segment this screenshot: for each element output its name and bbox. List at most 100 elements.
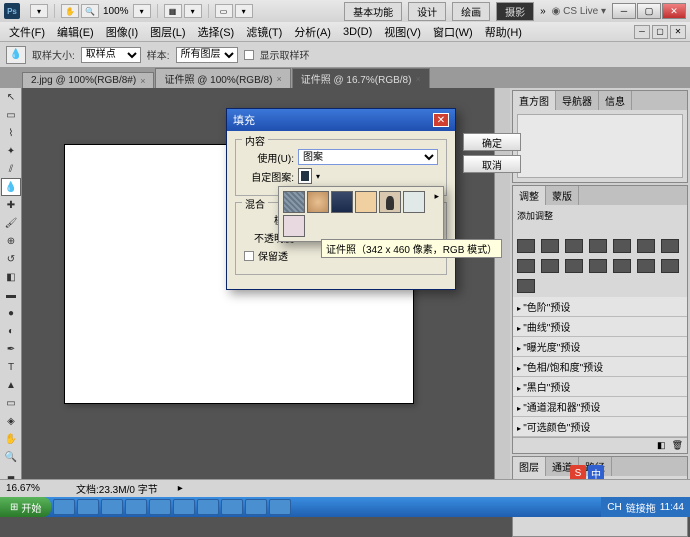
crop-tool[interactable]: ⫽ [1, 160, 21, 178]
wand-tool[interactable]: ✦ [1, 142, 21, 160]
doc-minimize-button[interactable]: ─ [634, 25, 650, 39]
workspace-painting[interactable]: 绘画 [452, 2, 490, 21]
mbtn-extras[interactable]: ▾ [184, 4, 202, 18]
adj-clip-icon[interactable]: ◧ [657, 440, 666, 451]
pattern-thumb-1[interactable] [307, 191, 329, 213]
taskbar-item[interactable] [221, 499, 243, 515]
use-select[interactable]: 图案 [298, 149, 438, 165]
panel-tab-info[interactable]: 信息 [599, 91, 632, 110]
blur-tool[interactable]: ● [1, 304, 21, 322]
menu-select[interactable]: 选择(S) [193, 23, 240, 41]
workspace-design[interactable]: 设计 [408, 2, 446, 21]
menu-filter[interactable]: 滤镜(T) [241, 23, 287, 41]
taskbar-item[interactable] [101, 499, 123, 515]
taskbar-item[interactable] [197, 499, 219, 515]
adj-invert-icon[interactable] [589, 259, 607, 273]
panel-tab-adjustments[interactable]: 调整 [513, 186, 546, 205]
preserve-checkbox[interactable] [244, 251, 254, 261]
taskbar-item[interactable] [53, 499, 75, 515]
pattern-thumb-0[interactable] [283, 191, 305, 213]
pattern-thumb-5[interactable] [403, 191, 425, 213]
doc-tab-1[interactable]: 证件照 @ 100%(RGB/8)× [155, 68, 290, 88]
adj-photo-filter-icon[interactable] [541, 259, 559, 273]
taskbar-item[interactable] [149, 499, 171, 515]
status-flyout-icon[interactable]: ▸ [178, 483, 183, 494]
menu-image[interactable]: 图像(I) [101, 23, 143, 41]
menu-help[interactable]: 帮助(H) [480, 23, 527, 41]
adj-curves-icon[interactable] [565, 239, 583, 253]
taskbar-item[interactable] [77, 499, 99, 515]
pattern-thumb-3[interactable] [355, 191, 377, 213]
path-select-tool[interactable]: ▲ [1, 376, 21, 394]
preset-hue[interactable]: "色相/饱和度"预设 [513, 357, 687, 377]
pattern-thumb-4[interactable] [379, 191, 401, 213]
panel-tab-navigator[interactable]: 导航器 [556, 91, 599, 110]
adj-threshold-icon[interactable] [637, 259, 655, 273]
show-ring-checkbox[interactable] [244, 50, 254, 60]
doc-restore-button[interactable]: ▢ [652, 25, 668, 39]
sample-size-select[interactable]: 取样点 [81, 47, 141, 63]
eyedropper-tool[interactable]: 💧 [1, 178, 21, 196]
stamp-tool[interactable]: ⊕ [1, 232, 21, 250]
pattern-thumb-6[interactable] [283, 215, 305, 237]
adj-mixer-icon[interactable] [565, 259, 583, 273]
menu-layer[interactable]: 图层(L) [145, 23, 190, 41]
preset-curves[interactable]: "曲线"预设 [513, 317, 687, 337]
taskbar-item[interactable] [173, 499, 195, 515]
taskbar-item[interactable] [269, 499, 291, 515]
doc-tab-0[interactable]: 2.jpg @ 100%(RGB/8#)× [22, 72, 154, 88]
pattern-swatch-button[interactable] [298, 168, 312, 184]
window-close-button[interactable]: ✕ [662, 3, 686, 19]
pattern-flyout-icon[interactable]: ▸ [434, 191, 439, 202]
shape-tool[interactable]: ▭ [1, 394, 21, 412]
window-maximize-button[interactable]: ▢ [637, 3, 661, 19]
panel-tab-layers[interactable]: 图层 [513, 457, 546, 476]
start-button[interactable]: ⊞ 开始 [0, 497, 51, 517]
adj-hue-icon[interactable] [637, 239, 655, 253]
3d-tool[interactable]: ◈ [1, 412, 21, 430]
heal-tool[interactable]: ✚ [1, 196, 21, 214]
adj-posterize-icon[interactable] [613, 259, 631, 273]
taskbar-item[interactable] [125, 499, 147, 515]
tool-preset-icon[interactable]: 💧 [6, 46, 26, 64]
adj-gradient-map-icon[interactable] [661, 259, 679, 273]
dodge-tool[interactable]: ◐ [1, 322, 21, 340]
preset-bw[interactable]: "黑白"预设 [513, 377, 687, 397]
panel-tab-histogram[interactable]: 直方图 [513, 91, 556, 110]
mbtn-hand[interactable]: ✋ [61, 4, 79, 18]
zoom-tool[interactable]: 🔍 [1, 448, 21, 466]
adj-balance-icon[interactable] [661, 239, 679, 253]
adj-exposure-icon[interactable] [589, 239, 607, 253]
menu-view[interactable]: 视图(V) [379, 23, 426, 41]
menu-file[interactable]: 文件(F) [4, 23, 50, 41]
preset-levels[interactable]: "色阶"预设 [513, 297, 687, 317]
close-icon[interactable]: × [276, 74, 281, 84]
brush-tool[interactable]: 🖌 [1, 214, 21, 232]
mbtn-menu[interactable]: ▾ [30, 4, 48, 18]
adj-levels-icon[interactable] [541, 239, 559, 253]
workspace-photography[interactable]: 摄影 [496, 2, 534, 21]
cancel-button[interactable]: 取消 [463, 155, 521, 173]
adj-bw-icon[interactable] [517, 259, 535, 273]
move-tool[interactable]: ↖ [1, 88, 21, 106]
chevron-down-icon[interactable]: ▾ [316, 172, 320, 181]
sample-layers-select[interactable]: 所有图层 [176, 47, 238, 63]
tray-lang[interactable]: CH [607, 502, 621, 513]
ok-button[interactable]: 确定 [463, 133, 521, 151]
mbtn-zoom[interactable]: 🔍 [81, 4, 99, 18]
taskbar-item[interactable] [245, 499, 267, 515]
panel-tab-masks[interactable]: 蒙版 [546, 186, 579, 205]
close-icon[interactable]: × [140, 76, 145, 86]
adj-trash-icon[interactable]: 🗑 [672, 440, 683, 451]
pattern-thumb-2[interactable] [331, 191, 353, 213]
doc-tab-2[interactable]: 证件照 @ 16.7%(RGB/8)× [292, 68, 430, 88]
menu-3d[interactable]: 3D(D) [338, 25, 377, 39]
preset-exposure[interactable]: "曝光度"预设 [513, 337, 687, 357]
gradient-tool[interactable]: ▬ [1, 286, 21, 304]
workspace-essentials[interactable]: 基本功能 [344, 2, 402, 21]
marquee-tool[interactable]: ▭ [1, 106, 21, 124]
workspace-more[interactable]: » [540, 6, 546, 17]
mbtn-grid[interactable]: ▦ [164, 4, 182, 18]
preset-selective[interactable]: "可选颜色"预设 [513, 417, 687, 437]
status-zoom[interactable]: 16.67% [6, 483, 56, 494]
